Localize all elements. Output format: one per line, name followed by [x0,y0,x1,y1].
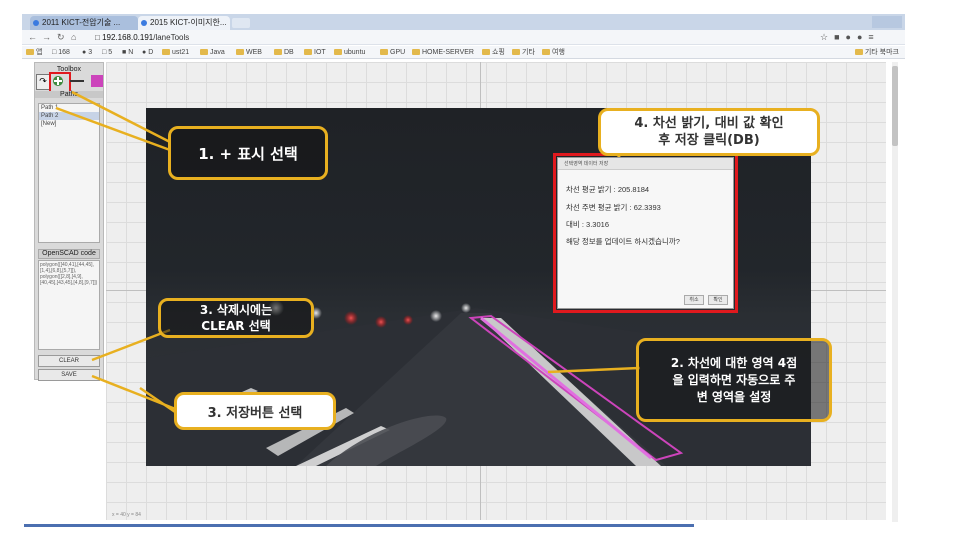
callout-leader-lines [55,90,641,416]
callout-text: 4. 차선 밝기, 대비 값 확인 후 저장 클릭(DB) [634,116,784,148]
callout-lane-region: 2. 차선에 대한 영역 4점 을 입력하면 자동으로 주변 영역을 설정 [636,338,832,422]
callout-save: 3. 저장버튼 선택 [174,392,336,430]
surrounding-brightness-text: 차선 주변 평균 밝기 : 62.3393 [566,203,661,212]
dialog-cancel-button[interactable]: 취소 [684,295,704,305]
dialog-title: 선택영역 데이터 저장 [558,158,733,170]
callout-text: 2. 차선에 대한 영역 4점 을 입력하면 자동으로 주변 영역을 설정 [670,355,798,404]
dialog-ok-button[interactable]: 확인 [708,295,728,305]
callout-text: 3. 삭제시에는 CLEAR 선택 [199,303,273,333]
callout-clear: 3. 삭제시에는 CLEAR 선택 [158,298,314,338]
contrast-text: 대비 : 3.3016 [566,220,609,229]
callout-text: 3. 저장버튼 선택 [207,405,303,421]
callout-check-brightness: 4. 차선 밝기, 대비 값 확인 후 저장 클릭(DB) [598,108,820,156]
callout-text: 1. + 표시 선택 [198,144,298,163]
lane-brightness-text: 차선 평균 밝기 : 205.8184 [566,185,650,194]
callout-select-plus: 1. + 표시 선택 [168,126,328,180]
save-confirm-dialog: 선택영역 데이터 저장 차선 평균 밝기 : 205.8184 차선 주변 평균… [557,157,734,309]
update-question-text: 해당 정보를 업데이트 하시겠습니까? [566,237,680,246]
